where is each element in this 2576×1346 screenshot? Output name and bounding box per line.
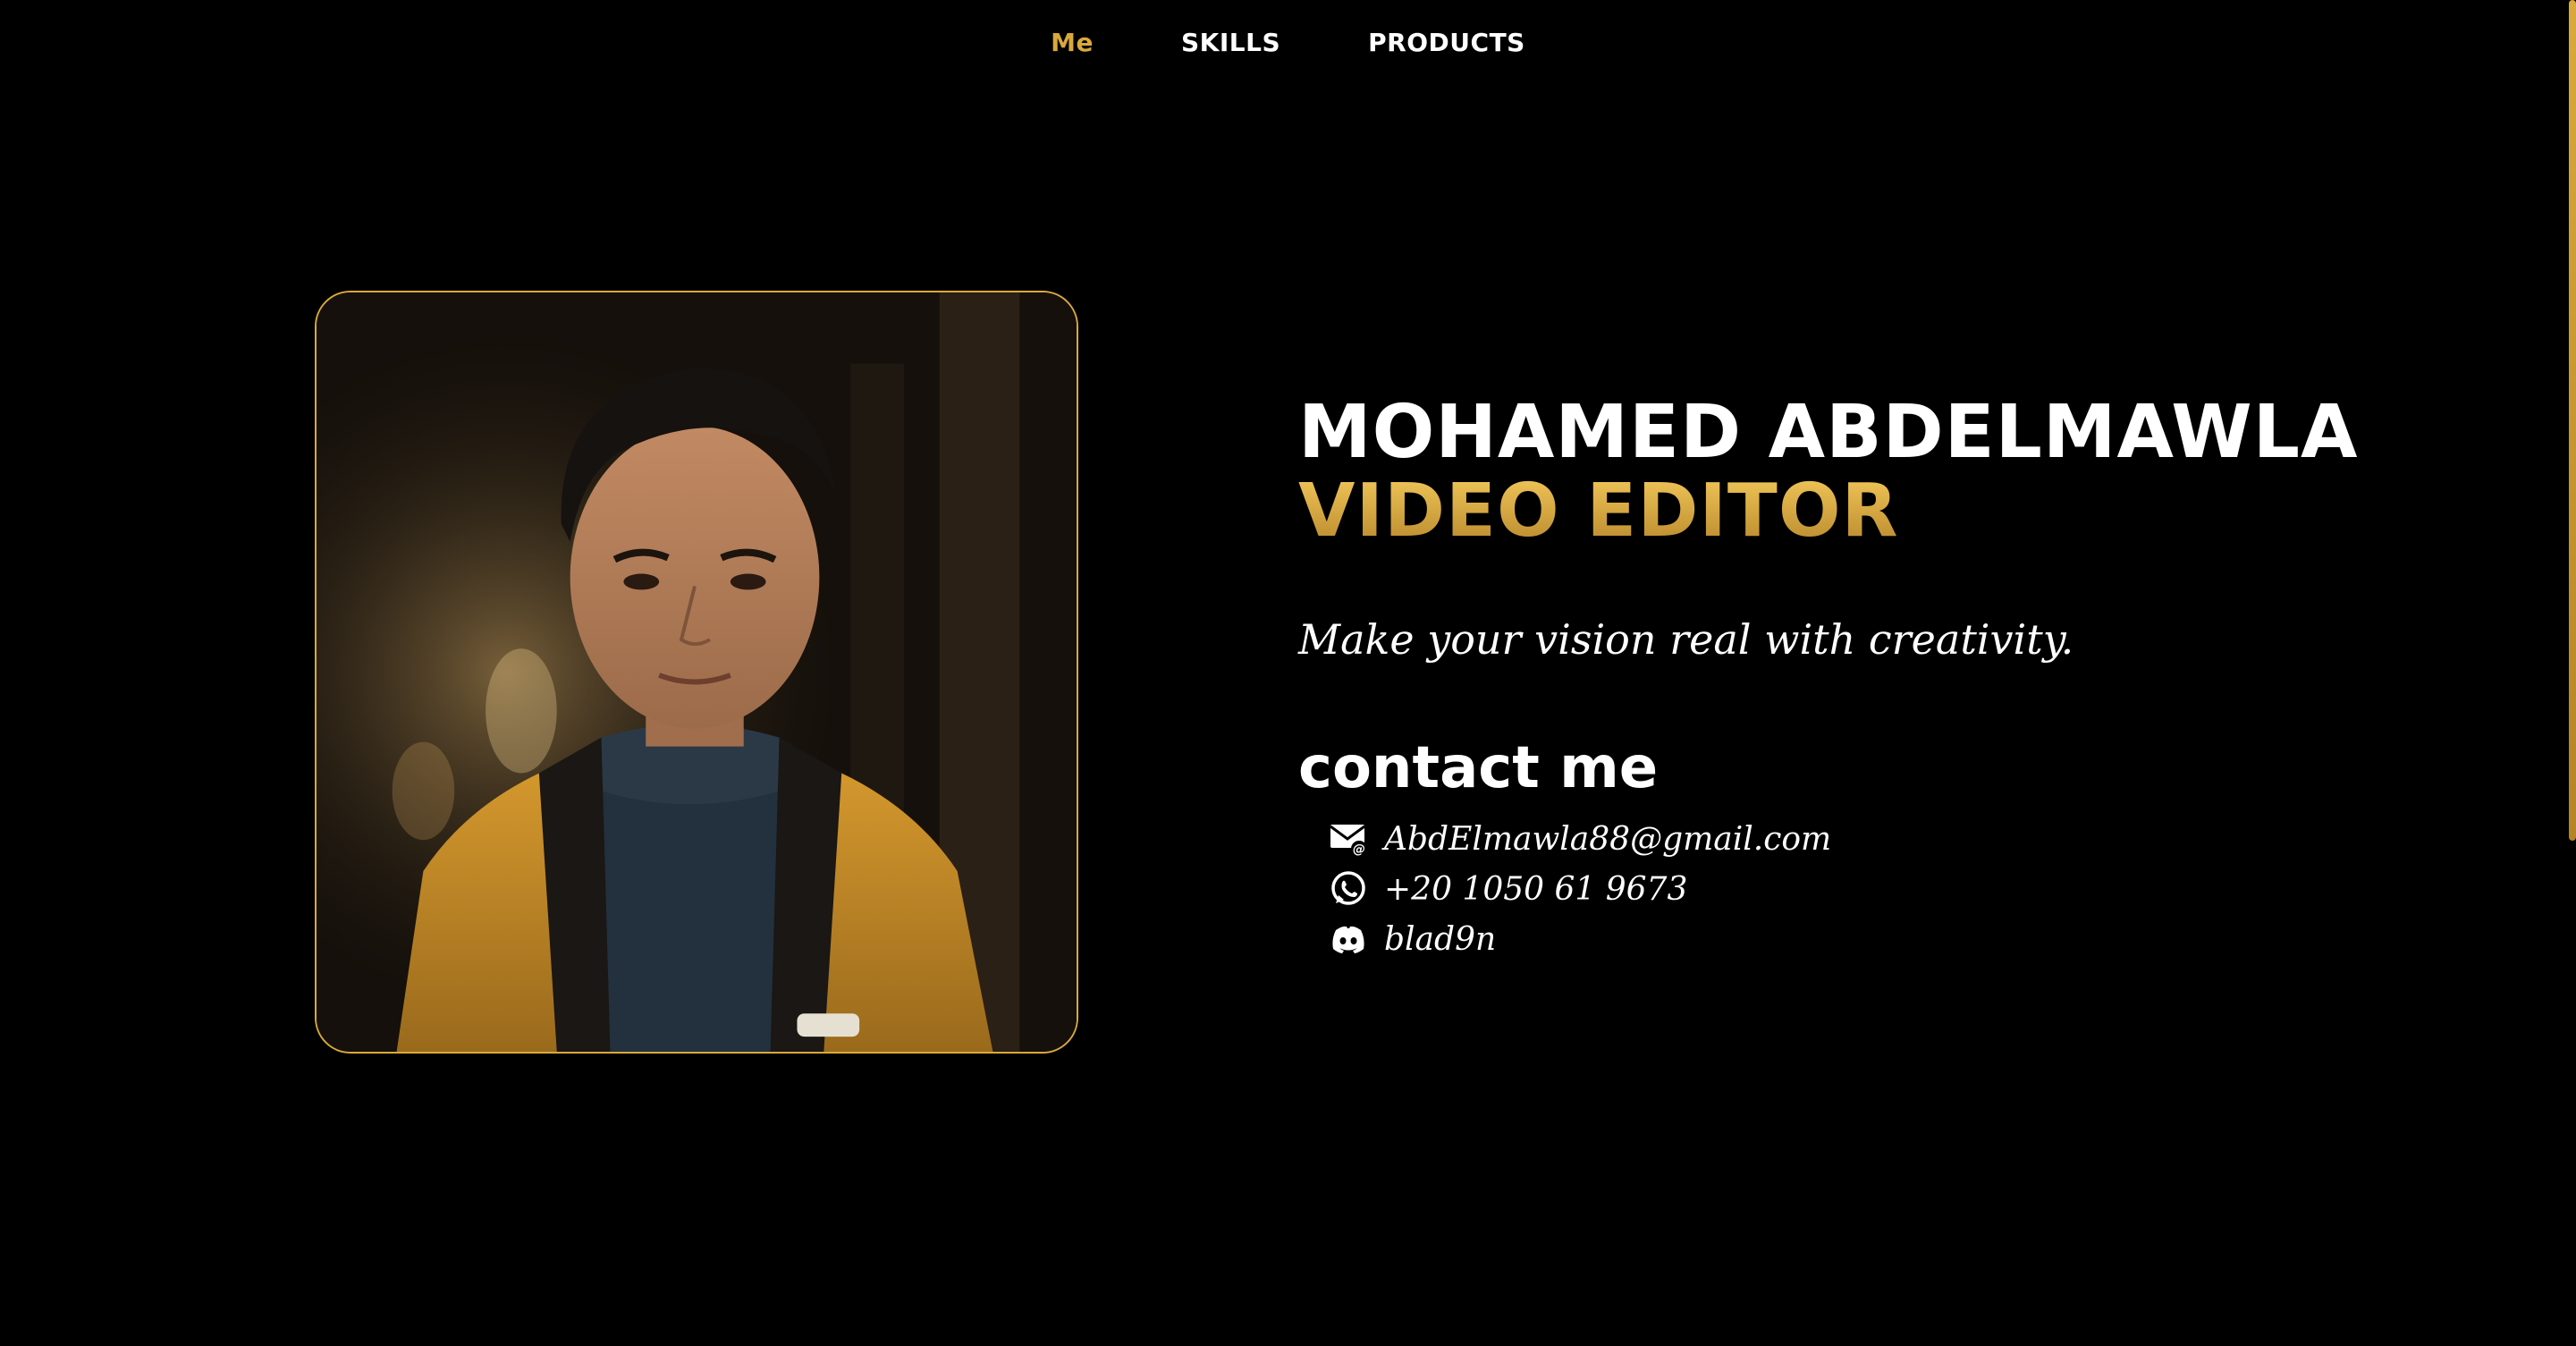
page: Me SKILLS PRODUCTS MOHAMED ABDELMAWLA VI… [0, 0, 2576, 1346]
contact-heading: contact me [1298, 735, 1659, 801]
nav-link-skills[interactable]: SKILLS [1181, 28, 1280, 57]
contact-email-text: AbdElmawla88@gmail.com [1384, 820, 1832, 858]
contact-list: @ AbdElmawla88@gmail.com +20 1050 61 967… [1329, 814, 2371, 964]
nav-link-products[interactable]: PRODUCTS [1368, 28, 1525, 57]
profile-name: MOHAMED ABDELMAWLA [1298, 390, 2359, 475]
profile-role: VIDEO EDITOR [1298, 472, 2371, 551]
discord-icon [1332, 926, 1364, 953]
profile-photo [315, 291, 1078, 1054]
contact-whatsapp-link[interactable]: +20 1050 61 9673 [1329, 864, 2371, 914]
email-icon: @ [1330, 825, 1367, 857]
scrollbar-thumb[interactable] [2569, 0, 2576, 841]
svg-text:@: @ [1353, 842, 1365, 857]
contact-discord-text: blad9n [1384, 920, 1497, 958]
whatsapp-icon [1331, 871, 1365, 905]
contact-discord-link[interactable]: blad9n [1329, 914, 2371, 964]
top-nav: Me SKILLS PRODUCTS [0, 20, 2576, 64]
portrait-illustration [317, 292, 1077, 1052]
contact-whatsapp-text: +20 1050 61 9673 [1384, 870, 1688, 908]
tagline: Make your vision real with creativity. [1298, 615, 2074, 664]
nav-link-me[interactable]: Me [1051, 28, 1094, 57]
hero-section: MOHAMED ABDELMAWLA VIDEO EDITOR Make you… [1298, 394, 2371, 964]
contact-email-link[interactable]: @ AbdElmawla88@gmail.com [1329, 814, 2371, 864]
